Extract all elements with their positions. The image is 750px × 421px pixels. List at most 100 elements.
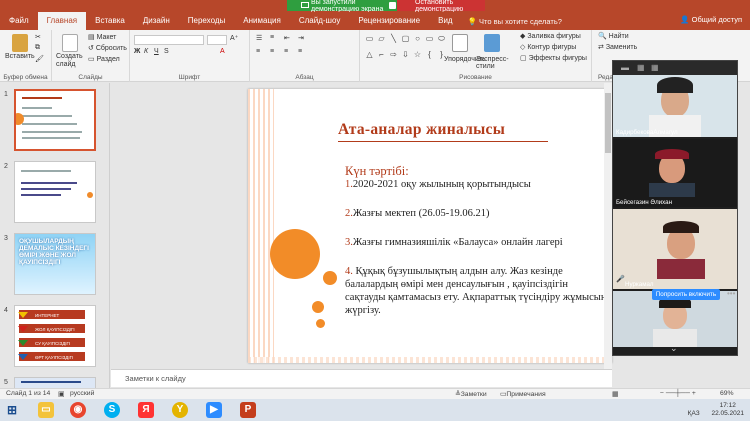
tab-home[interactable]: Главная [37,12,87,30]
arrange-icon[interactable] [452,34,468,52]
grow-font-icon[interactable]: A⁺ [230,34,238,42]
item-number: 4. [345,266,353,277]
shape-icon[interactable]: ⬭ [436,34,447,49]
replace-button[interactable]: ⇄ Заменить [598,43,637,51]
font-name-combo[interactable] [134,35,204,45]
shape-fill-button[interactable]: ◆ Заливка фигуры [520,32,581,40]
tab-view[interactable]: Вид [429,12,461,30]
more-options-icon[interactable]: ••• [727,289,735,298]
shape-icon[interactable]: ☆ [412,50,423,65]
bullets-icon[interactable]: ☰ [256,34,262,42]
shapes-gallery[interactable]: ▭ ▱ ╲ ▢ ○ ▭ ⬭ △ ⌐ ⇨ ⇩ ☆{} [364,34,446,64]
align-right-icon[interactable]: ≡ [284,48,288,55]
video-tile-1[interactable]: КадирбековаАлмагул [613,75,737,137]
shape-icon[interactable]: ╲ [388,34,399,49]
copy-icon[interactable]: ⧉ [35,44,40,52]
language-indicator[interactable]: русский [70,390,94,397]
tab-slideshow[interactable]: Слайд-шоу [290,12,349,30]
shape-icon[interactable]: ⇩ [400,50,411,65]
find-button[interactable]: 🔍 Найти [598,32,629,40]
indent-icon[interactable]: ⇤ [284,34,290,42]
new-slide-button[interactable]: Создать слайд [56,53,90,69]
scrollbar-thumb[interactable] [605,93,611,153]
slide-thumbnail-1[interactable] [14,89,96,151]
quick-styles-button[interactable]: Экспресс-стили [476,56,510,70]
underline-button[interactable]: Ч [154,48,159,55]
shape-outline-button[interactable]: ◇ Контур фигуры [520,43,576,51]
tell-me-search[interactable]: 💡 Что вы хотите сделать? [468,17,562,26]
ask-to-unmute-button[interactable]: Попросить включить [652,289,720,300]
minimize-icon[interactable]: ▬ [621,63,629,72]
spellcheck-icon[interactable]: ▣ [58,390,64,398]
italic-button[interactable]: К [144,48,148,55]
outdent-icon[interactable]: ⇥ [298,34,304,42]
bold-button[interactable]: Ж [134,48,140,55]
notes-pane[interactable]: Заметки к слайду [111,369,612,387]
windows-start-icon[interactable]: ⊞ [4,402,20,418]
font-color-button[interactable]: A [220,48,225,55]
slide-thumbnail-3[interactable]: ОҚУШЫЛАРДЫҢ ДЕМАЛЫС КЕЗІНДЕГІ ӨМІРІ ЖӘНЕ… [14,233,96,295]
tab-review[interactable]: Рецензирование [349,12,429,30]
align-left-icon[interactable]: ≡ [256,48,260,55]
shape-icon[interactable]: ⌐ [376,50,387,65]
slide-thumbnail-4[interactable]: ИНТЕРНЕТ ҚАУІПСІЗДІГІ ЖОЛ ҚАУІПСІЗДІГІ С… [14,305,96,367]
paste-button[interactable]: Вставить [5,53,35,60]
shape-icon[interactable]: ▱ [376,34,387,49]
comments-toggle[interactable]: ▭ Примечания [500,390,546,398]
shape-icon[interactable]: ▭ [424,34,435,49]
shape-icon[interactable]: ○ [412,34,423,49]
thumb-arrow-row: ИНТЕРНЕТ ҚАУІПСІЗДІГІ [19,310,85,328]
font-size-combo[interactable] [207,35,227,45]
justify-icon[interactable]: ≡ [298,48,302,55]
stop-share-label: Остановить демонстрацию [415,0,464,13]
share-account[interactable]: 👤 Общий доступ [680,15,742,24]
shape-icon[interactable]: ▭ [364,34,375,49]
slide-body[interactable]: Күн тәртібі: 1.2020-2021 оқу жылының қор… [345,165,607,317]
format-painter-icon[interactable]: 🖌 [35,55,44,63]
shape-icon[interactable]: ▢ [400,34,411,49]
chevron-down-icon[interactable]: ⌄ [670,343,678,354]
grid-view-icon[interactable]: ▦ [637,63,645,72]
video-tile-3[interactable]: 🎤 Нуркамал [613,209,737,289]
zoom-slider[interactable]: − ──┼── + [660,390,696,397]
shape-icon[interactable]: ⇨ [388,50,399,65]
chrome-icon[interactable]: ◉ [70,402,86,418]
shadow-button[interactable]: S [164,48,169,55]
layout-button[interactable]: ▤ Макет [88,33,116,41]
yandex-icon[interactable]: Я [138,402,154,418]
numbering-icon[interactable]: ≡ [270,34,274,41]
agenda-item-1: 1.2020-2021 оқу жылының қорытындысы [345,178,607,191]
tab-file[interactable]: Файл [0,12,38,30]
reset-button[interactable]: ↺ Сбросить [88,44,127,52]
stop-share-button[interactable]: Остановить демонстрацию [389,0,485,13]
input-language[interactable]: ҚАЗ [688,410,700,417]
speaker-view-icon[interactable]: ▦ [651,63,659,72]
vertical-scrollbar[interactable] [604,83,612,369]
slide[interactable]: Ата-аналар жиналысы Күн тәртібі: 1.2020-… [248,89,612,363]
slide-thumbnail-2[interactable] [14,161,96,223]
slide-title[interactable]: Ата-аналар жиналысы [338,121,505,139]
quick-styles-icon[interactable] [484,34,500,52]
tab-animations[interactable]: Анимация [234,12,290,30]
new-slide-icon[interactable] [62,34,78,52]
section-button[interactable]: ▭ Раздел [88,55,120,63]
tab-insert[interactable]: Вставка [86,12,134,30]
shape-effects-button[interactable]: ▢ Эффекты фигуры [520,54,587,62]
yandex-browser-icon[interactable]: Y [172,402,188,418]
normal-view-icon[interactable]: ▦ [612,390,618,398]
paste-icon[interactable] [12,34,28,52]
zoom-level[interactable]: 69% [720,390,734,397]
powerpoint-app-icon[interactable]: P [240,402,256,418]
slide-thumbnail-5[interactable] [14,377,96,388]
shape-icon[interactable]: { [424,50,435,65]
zoom-app-icon[interactable]: ▶ [206,402,222,418]
align-center-icon[interactable]: ≡ [270,48,274,55]
shape-icon[interactable]: △ [364,50,375,65]
tab-transitions[interactable]: Переходы [179,12,235,30]
tab-design[interactable]: Дизайн [134,12,179,30]
skype-icon[interactable]: S [104,402,120,418]
notes-toggle[interactable]: ≜ Заметки [455,390,487,398]
video-tile-2[interactable]: Бейсегазин Әлихан [613,139,737,207]
explorer-icon[interactable]: ▭ [38,402,54,418]
cut-icon[interactable]: ✂ [35,33,41,41]
